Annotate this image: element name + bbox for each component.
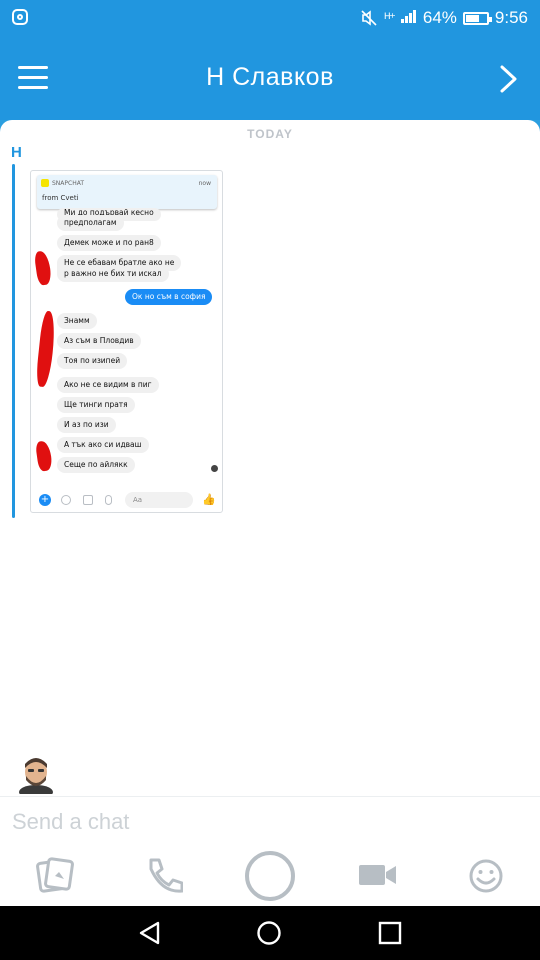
camera-icon [61, 495, 71, 505]
message-bubble: р важно не бих ти искал [57, 266, 169, 282]
recents-icon[interactable] [377, 920, 403, 946]
chevron-right-icon[interactable] [498, 64, 520, 94]
back-icon[interactable] [137, 920, 163, 946]
battery-percent: 64% [422, 8, 457, 27]
plus-icon: + [39, 494, 51, 506]
status-icons: ᴴ⁺ 64% 9:56 [360, 8, 528, 28]
message-bubble: предполагам [57, 215, 124, 231]
message-bubble: Аз съм в Пловдив [57, 333, 141, 349]
read-receipt-icon [211, 465, 218, 472]
battery-icon [462, 11, 492, 25]
shared-screenshot[interactable]: SNAPCHAT now from Cveti Ми до подървай к… [30, 170, 223, 513]
message-bubble: Ако не се видим в пиг [57, 377, 159, 393]
action-bar [0, 848, 540, 906]
messenger-composer: + Аа 👍 [31, 488, 222, 512]
mute-icon [360, 9, 378, 27]
redaction-scribble [35, 310, 57, 388]
phone-icon[interactable] [143, 854, 183, 896]
battery-fill [465, 14, 479, 22]
message-bubble: Сеще по айлякк [57, 457, 135, 473]
notification-text: from Cveti [42, 194, 79, 202]
status-bar: ᴴ⁺ 64% 9:56 [0, 0, 540, 36]
message-bubble: Демек може и по ран8 [57, 235, 161, 251]
chat-header: Н Славков [0, 36, 540, 120]
memories-icon[interactable] [33, 854, 75, 896]
mic-icon [105, 495, 112, 505]
sender-bar [12, 164, 15, 518]
message-bubble: Ще тинги пратя [57, 397, 135, 413]
redaction-scribble [33, 250, 53, 286]
bitmoji-avatar[interactable] [16, 754, 56, 794]
message-bubble: Знамм [57, 313, 97, 329]
like-icon: 👍 [202, 493, 216, 506]
messenger-text-field: Аа [125, 492, 193, 508]
camera-capture-icon[interactable] [243, 849, 297, 903]
date-divider: TODAY [247, 127, 293, 141]
signal-icon: ᴴ⁺ [384, 10, 395, 25]
chat-area: TODAY H SNAPCHAT now from Cveti Ми до по… [0, 120, 540, 796]
instagram-notification-icon [12, 9, 28, 25]
video-call-icon[interactable] [356, 854, 400, 896]
message-bubble: Тоя по изипей [57, 353, 128, 369]
gallery-icon [83, 495, 93, 505]
notification-time: now [198, 180, 211, 187]
signal-bars-icon [400, 8, 417, 28]
message-bubble-outgoing: Ок но съм в софия [125, 289, 213, 305]
home-icon[interactable] [256, 920, 282, 946]
clock: 9:56 [494, 8, 528, 27]
send-chat-input[interactable]: Send a chat [12, 809, 129, 835]
chat-title[interactable]: Н Славков [0, 63, 540, 92]
notification-app: SNAPCHAT [52, 180, 85, 187]
message-bubble: А тък ако си идваш [57, 437, 149, 453]
send-chat-bar[interactable]: Send a chat [0, 796, 540, 848]
emoji-icon[interactable] [466, 854, 506, 896]
snapchat-icon [41, 179, 49, 187]
message-bubble: И аз по изи [57, 417, 116, 433]
redaction-scribble [34, 440, 54, 472]
sender-initial: H [11, 144, 22, 161]
notification-banner: SNAPCHAT now from Cveti [37, 175, 217, 209]
system-nav-bar [0, 906, 540, 960]
